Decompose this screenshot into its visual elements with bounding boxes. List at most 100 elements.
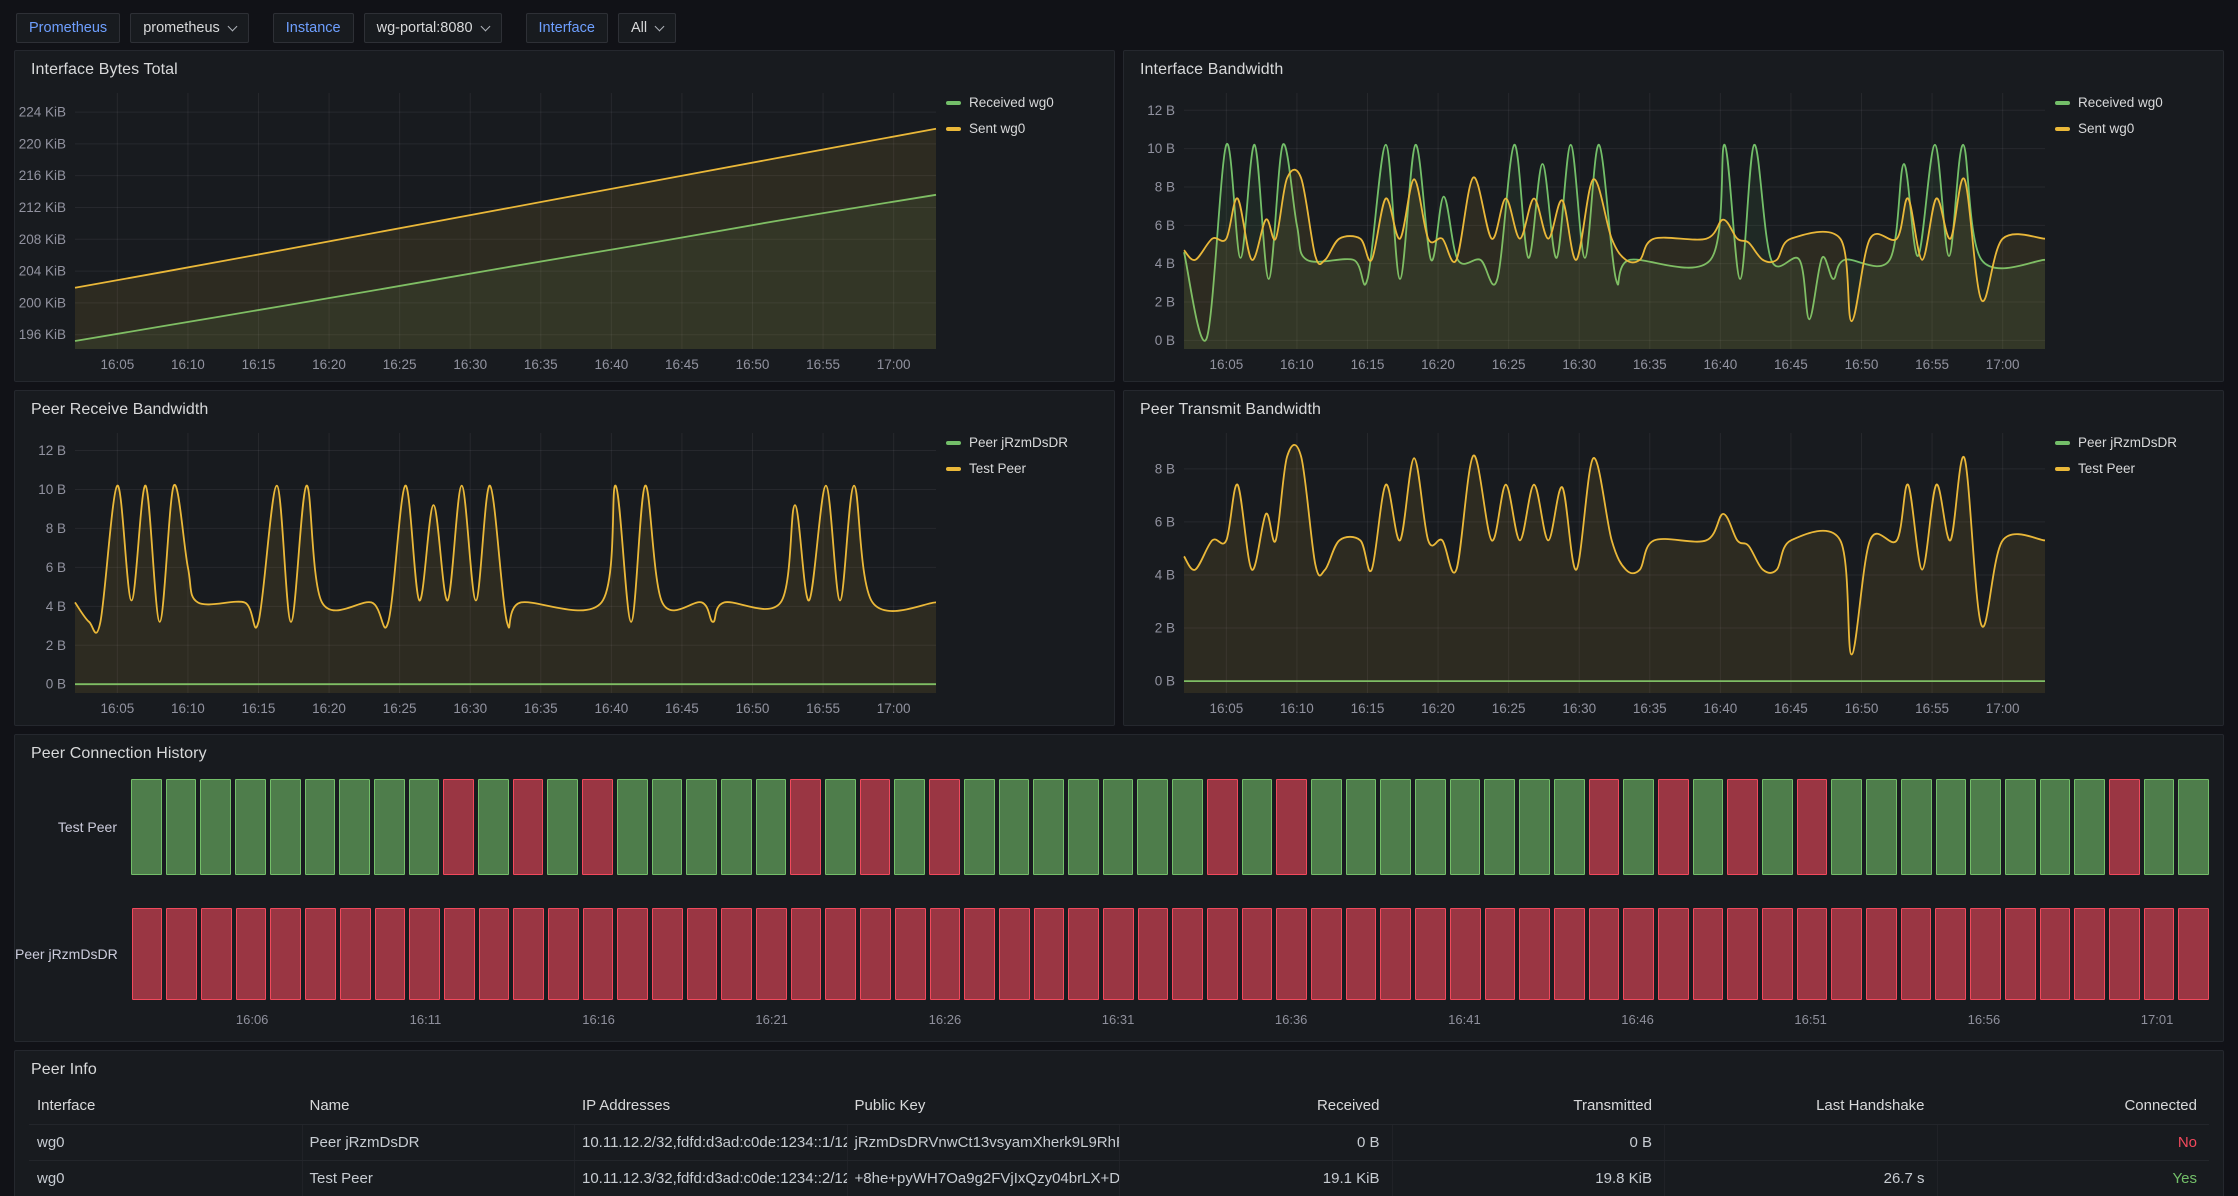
status-bar-disconnected[interactable] <box>2109 908 2140 1000</box>
status-bar-connected[interactable] <box>1415 779 1446 875</box>
status-bar-disconnected[interactable] <box>1970 908 2001 1000</box>
status-bar-connected[interactable] <box>2005 779 2036 875</box>
interface-filter-value[interactable]: All <box>618 13 676 43</box>
status-bar-disconnected[interactable] <box>1450 908 1481 1000</box>
status-bar-disconnected[interactable] <box>2178 908 2209 1000</box>
status-bar-disconnected[interactable] <box>1519 908 1550 1000</box>
legend-item[interactable]: Peer jRzmDsDR <box>946 435 1104 450</box>
status-bar-disconnected[interactable] <box>825 908 856 1000</box>
status-bar-disconnected[interactable] <box>1589 779 1620 875</box>
status-bar-connected[interactable] <box>686 779 717 875</box>
status-bar-connected[interactable] <box>1380 779 1411 875</box>
status-bar-connected[interactable] <box>825 779 856 875</box>
datasource-filter-value[interactable]: prometheus <box>130 13 249 43</box>
status-bar-disconnected[interactable] <box>548 908 579 1000</box>
legend-item[interactable]: Test Peer <box>2055 461 2213 476</box>
interface-bandwidth-chart[interactable]: 16:0516:1016:1516:2016:2516:3016:3516:40… <box>1124 81 2051 377</box>
status-bar-disconnected[interactable] <box>1103 908 1134 1000</box>
status-bar-disconnected[interactable] <box>895 908 926 1000</box>
legend-item[interactable]: Sent wg0 <box>946 121 1104 136</box>
panel-title[interactable]: Peer Receive Bandwidth <box>15 391 1114 421</box>
status-bar-connected[interactable] <box>1623 779 1654 875</box>
status-bar-disconnected[interactable] <box>582 779 613 875</box>
status-bar-disconnected[interactable] <box>791 908 822 1000</box>
status-bar-connected[interactable] <box>235 779 266 875</box>
status-bar-disconnected[interactable] <box>2109 779 2140 875</box>
panel-title[interactable]: Interface Bytes Total <box>15 51 1114 81</box>
status-bar-disconnected[interactable] <box>305 908 336 1000</box>
status-bar-disconnected[interactable] <box>930 908 961 1000</box>
status-bar-disconnected[interactable] <box>1415 908 1446 1000</box>
status-bar-disconnected[interactable] <box>1935 908 1966 1000</box>
status-bar-disconnected[interactable] <box>1658 779 1689 875</box>
table-header-public-key[interactable]: Public Key <box>847 1085 1120 1124</box>
status-bar-connected[interactable] <box>1484 779 1515 875</box>
status-bar-disconnected[interactable] <box>444 908 475 1000</box>
status-bar-disconnected[interactable] <box>2074 908 2105 1000</box>
table-header-ip-addresses[interactable]: IP Addresses <box>574 1085 847 1124</box>
status-bar-disconnected[interactable] <box>2144 908 2175 1000</box>
status-bar-disconnected[interactable] <box>1658 908 1689 1000</box>
status-history-chart[interactable]: Test PeerPeer jRzmDsDR16:0616:1116:1616:… <box>15 765 2223 1032</box>
status-bar-disconnected[interactable] <box>443 779 474 875</box>
status-bar-disconnected[interactable] <box>964 908 995 1000</box>
legend-item[interactable]: Sent wg0 <box>2055 121 2213 136</box>
status-bar-connected[interactable] <box>200 779 231 875</box>
status-bar-disconnected[interactable] <box>790 779 821 875</box>
status-bar-disconnected[interactable] <box>1901 908 1932 1000</box>
status-bar-connected[interactable] <box>1519 779 1550 875</box>
status-bar-disconnected[interactable] <box>132 908 163 1000</box>
status-bar-connected[interactable] <box>270 779 301 875</box>
status-bar-connected[interactable] <box>1103 779 1134 875</box>
status-bar-disconnected[interactable] <box>1380 908 1411 1000</box>
status-bar-disconnected[interactable] <box>583 908 614 1000</box>
status-bar-connected[interactable] <box>1033 779 1064 875</box>
status-bar-connected[interactable] <box>2178 779 2209 875</box>
status-bar-disconnected[interactable] <box>1589 908 1620 1000</box>
status-bar-disconnected[interactable] <box>479 908 510 1000</box>
status-bar-disconnected[interactable] <box>1311 908 1342 1000</box>
status-bar-disconnected[interactable] <box>1068 908 1099 1000</box>
status-bar-connected[interactable] <box>1762 779 1793 875</box>
status-bar-connected[interactable] <box>2144 779 2175 875</box>
status-bar-connected[interactable] <box>894 779 925 875</box>
status-bar-connected[interactable] <box>1242 779 1273 875</box>
status-bar-connected[interactable] <box>409 779 440 875</box>
status-bar-disconnected[interactable] <box>513 908 544 1000</box>
table-header-transmitted[interactable]: Transmitted <box>1392 1085 1665 1124</box>
legend-item[interactable]: Test Peer <box>946 461 1104 476</box>
status-bar-disconnected[interactable] <box>1207 908 1238 1000</box>
status-bar-disconnected[interactable] <box>1866 908 1897 1000</box>
status-bar-disconnected[interactable] <box>652 908 683 1000</box>
status-bar-disconnected[interactable] <box>1797 908 1828 1000</box>
status-bar-connected[interactable] <box>131 779 162 875</box>
status-bar-connected[interactable] <box>1970 779 2001 875</box>
panel-title[interactable]: Peer Transmit Bandwidth <box>1124 391 2223 421</box>
status-bar-disconnected[interactable] <box>1172 908 1203 1000</box>
status-bar-disconnected[interactable] <box>166 908 197 1000</box>
status-bar-connected[interactable] <box>1831 779 1862 875</box>
status-bar-disconnected[interactable] <box>1623 908 1654 1000</box>
status-bar-disconnected[interactable] <box>1727 779 1758 875</box>
status-bar-connected[interactable] <box>617 779 648 875</box>
legend-item[interactable]: Received wg0 <box>2055 95 2213 110</box>
table-header-connected[interactable]: Connected <box>1937 1085 2210 1124</box>
table-header-last-handshake[interactable]: Last Handshake <box>1664 1085 1937 1124</box>
interface-bytes-total-chart[interactable]: 16:0516:1016:1516:2016:2516:3016:3516:40… <box>15 81 942 377</box>
status-bar-disconnected[interactable] <box>375 908 406 1000</box>
status-bar-connected[interactable] <box>999 779 1030 875</box>
status-bar-disconnected[interactable] <box>721 908 752 1000</box>
status-bar-disconnected[interactable] <box>270 908 301 1000</box>
status-bar-connected[interactable] <box>547 779 578 875</box>
status-bar-connected[interactable] <box>1450 779 1481 875</box>
status-bar-disconnected[interactable] <box>1276 779 1307 875</box>
status-bar-disconnected[interactable] <box>1207 779 1238 875</box>
status-bar-connected[interactable] <box>1311 779 1342 875</box>
status-bar-disconnected[interactable] <box>860 779 891 875</box>
peer-receive-bandwidth-chart[interactable]: 16:0516:1016:1516:2016:2516:3016:3516:40… <box>15 421 942 721</box>
table-header-interface[interactable]: Interface <box>29 1085 302 1124</box>
status-bar-connected[interactable] <box>305 779 336 875</box>
status-bar-disconnected[interactable] <box>340 908 371 1000</box>
table-header-name[interactable]: Name <box>302 1085 575 1124</box>
status-bar-connected[interactable] <box>1172 779 1203 875</box>
